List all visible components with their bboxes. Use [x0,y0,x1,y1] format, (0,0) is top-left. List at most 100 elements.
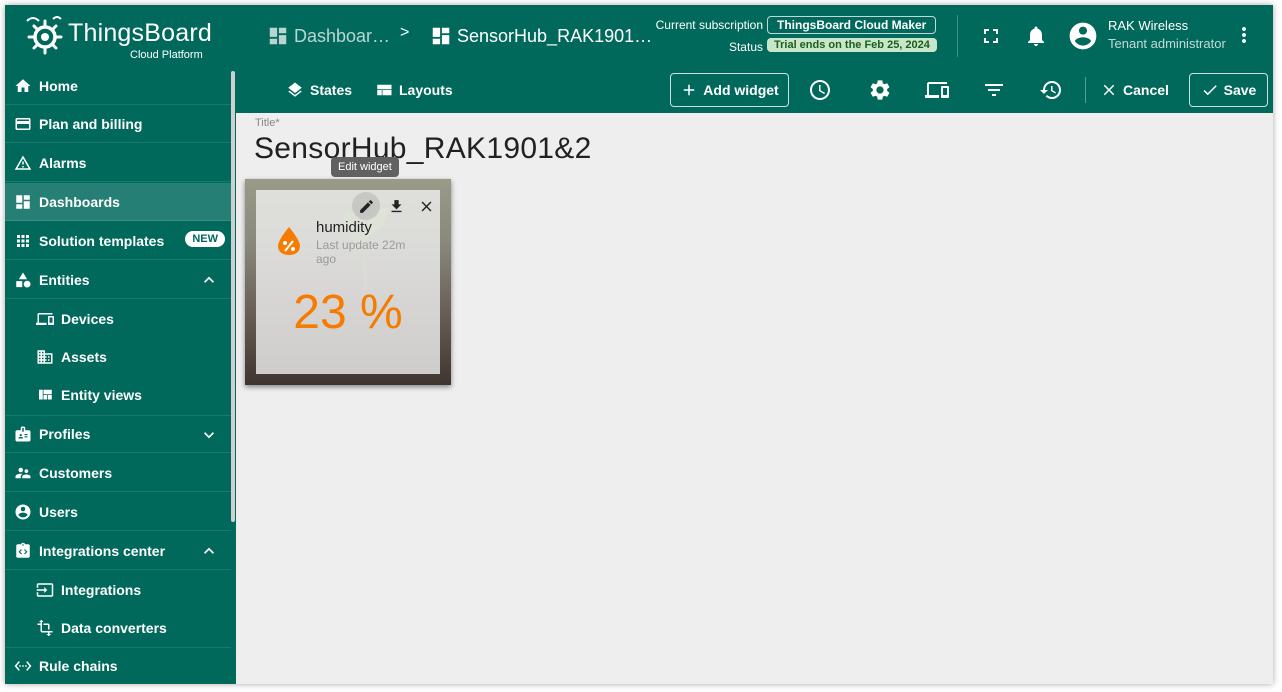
sidebar-item-label: Alarms [39,154,87,171]
sidebar-item-entity-views[interactable]: Entity views [5,376,231,414]
subscription-label: Current subscription [655,18,763,32]
sidebar-item-alarms[interactable]: Alarms [5,144,231,182]
account-avatar-icon [1069,22,1097,50]
new-badge: NEW [185,231,225,247]
view-quilt-icon [39,389,52,400]
humidity-widget[interactable]: humidity Last update 22m ago 23 % [245,179,451,385]
sidebar-item-plan-and-billing[interactable]: Plan and billing [5,105,231,143]
warning-icon [14,155,32,170]
sidebar-item-label: Devices [61,311,114,327]
sidebar-item-rule-chains[interactable]: Rule chains [5,647,231,684]
thingsboard-logo[interactable]: ThingsBoard Cloud Platform [23,11,233,61]
remove-widget-button[interactable] [412,192,440,220]
add-widget-label: Add widget [703,82,779,98]
restore-icon[interactable] [1039,78,1063,102]
subscription-plan-chip[interactable]: ThingsBoard Cloud Maker [767,16,937,34]
chevron-up-icon[interactable] [199,541,219,561]
sidebar-item-label: Integrations [61,582,142,598]
sidebar-item-integrations-center[interactable]: Integrations center [5,532,231,570]
dashboard-icon [269,27,287,45]
edit-widget-tooltip: Edit widget [331,157,399,177]
logo-name: ThingsBoard [68,19,212,47]
sidebar-item-users[interactable]: Users [5,493,231,531]
credit-card-icon [15,117,31,130]
close-icon [421,201,431,211]
edit-widget-button[interactable] [352,192,380,220]
category-icon [16,272,31,287]
humidity-percent-icon [278,227,300,255]
dashboard-edit-toolbar: States Layouts Add widget Cancel Save [236,67,1273,113]
sidebar-item-label: Integrations center [39,542,166,559]
sidebar-item-label: Profiles [39,426,91,442]
layouts-label: Layouts [399,82,453,98]
save-button[interactable]: Save [1189,73,1268,107]
devices-icon [36,313,54,325]
sidebar-item-solution-templates[interactable]: Solution templates NEW [5,222,231,260]
layouts-button[interactable]: Layouts [375,79,453,101]
sidebar-item-label: Users [39,503,78,520]
save-label: Save [1223,82,1257,98]
chevron-up-icon[interactable] [199,270,219,290]
sidebar-item-data-converters[interactable]: Data converters [5,609,231,647]
breadcrumb-current: SensorHub_RAK1901… [430,23,652,49]
badge-icon [15,426,31,442]
check-icon [1203,85,1217,96]
download-widget-button[interactable] [382,192,410,220]
states-label: States [310,82,353,98]
sidebar-item-entities[interactable]: Entities [5,261,231,299]
subscription-info: Current subscription ThingsBoard Cloud M… [645,15,945,59]
cancel-button[interactable]: Cancel [1100,79,1169,101]
fullscreen-icon[interactable] [979,24,1003,48]
sidebar-scrollbar[interactable] [231,71,235,522]
sidebar-item-label: Data converters [61,620,167,636]
sidebar-item-label: Entity views [61,387,142,403]
sidebar-item-label: Solution templates [39,232,165,249]
devices-icon[interactable] [925,78,949,102]
add-widget-button[interactable]: Add widget [670,73,789,107]
more-vert-icon[interactable] [1232,23,1256,47]
input-icon [36,583,54,597]
sidebar-item-devices[interactable]: Devices [5,300,231,338]
home-icon [15,78,31,92]
sidebar-item-label: Rule chains [39,658,118,674]
chevron-down-icon[interactable] [199,425,219,445]
widget-title: humidity [316,219,372,236]
dashboard-icon [432,27,450,45]
breadcrumb-dashboards[interactable]: Dashboar… [267,23,390,49]
logo-subtitle: Cloud Platform [130,49,203,61]
sidebar-item-home[interactable]: Home [5,67,231,105]
layers-icon [288,82,302,97]
toolbar-divider [1085,77,1086,103]
app-window: ThingsBoard Cloud Platform Dashboar… > S… [5,5,1273,684]
trial-status-chip: Trial ends on the Feb 25, 2024 [767,38,937,52]
sidebar-item-label: Entities [39,271,90,288]
sidebar-item-integrations[interactable]: Integrations [5,571,231,609]
sidebar-item-label: Plan and billing [39,115,143,132]
humidity-value: 23 % [293,286,403,339]
integration-icon [16,542,30,558]
plus-icon [684,84,695,96]
sidebar-item-dashboards[interactable]: Dashboards [5,183,231,221]
header-divider [957,15,958,57]
view-compact-icon [377,84,392,96]
sidebar-item-assets[interactable]: Assets [5,338,231,376]
breadcrumb-current-label: SensorHub_RAK1901… [457,25,653,46]
filter-list-icon[interactable] [982,78,1006,102]
notifications-bell-icon[interactable] [1024,24,1048,48]
clock-icon[interactable] [808,78,832,102]
sidebar-item-label: Assets [61,349,107,365]
breadcrumb-separator: > [400,24,410,41]
top-bar: ThingsBoard Cloud Platform Dashboar… > S… [5,5,1273,67]
widget-last-update: Last update 22m ago [316,238,406,266]
gear-icon[interactable] [868,78,892,102]
sidebar-item-profiles[interactable]: Profiles [5,415,231,453]
sidebar-item-customers[interactable]: Customers [5,454,231,492]
cancel-label: Cancel [1123,82,1169,98]
user-menu-block[interactable]: RAK Wireless Tenant administrator [1067,15,1262,59]
sidebar-item-label: Dashboards [39,193,120,210]
sidebar-item-label: Home [39,77,78,94]
sidebar-item-label: Customers [39,464,113,481]
apps-grid-icon [17,234,29,247]
states-button[interactable]: States [286,79,352,101]
dashboard-title-input[interactable]: SensorHub_RAK1901&2 [254,132,592,166]
